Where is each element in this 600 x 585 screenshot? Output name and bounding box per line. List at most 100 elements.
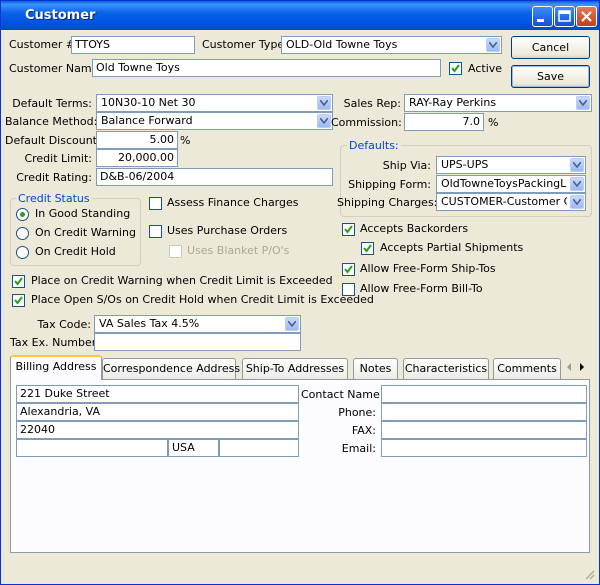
in-good-standing-radio[interactable] (16, 208, 29, 221)
tax-code-value: VA Sales Tax 4.5% (99, 317, 200, 330)
commission-field[interactable]: 7.0 (404, 113, 484, 131)
chevron-right-icon[interactable] (577, 361, 587, 376)
shipping-charges-label: Shipping Charges: (337, 196, 438, 209)
sales-rep-select[interactable]: RAY-Ray Perkins (404, 94, 592, 112)
on-credit-hold-radio[interactable] (16, 246, 29, 259)
tab-characteristics[interactable]: Characteristics (403, 358, 489, 379)
tab-notes[interactable]: Notes (353, 358, 398, 379)
credit-warning-label: Place on Credit Warning when Credit Limi… (31, 274, 333, 287)
credit-rating-field[interactable]: D&B-06/2004 (96, 168, 333, 186)
billing-address-panel: 221 Duke Street Alexandria, VA 22040 USA… (10, 379, 590, 553)
tax-code-select[interactable]: VA Sales Tax 4.5% (94, 315, 301, 333)
shipping-charges-value: CUSTOMER-Customer Charge (441, 195, 567, 208)
customer-type-label: Customer Type: (202, 38, 288, 51)
assess-finance-charges-checkbox[interactable] (149, 197, 162, 210)
customer-type-select[interactable]: OLD-Old Towne Toys (281, 36, 502, 54)
credit-warning-checkbox[interactable] (12, 275, 25, 288)
resize-grip-icon[interactable] (583, 568, 595, 583)
credit-status-title: Credit Status (16, 192, 92, 205)
chevron-down-icon (570, 195, 584, 209)
radio-dot-icon (20, 212, 25, 217)
chevron-down-icon (576, 96, 590, 110)
defaults-group-title: Defaults: (347, 139, 401, 152)
active-label: Active (468, 62, 503, 75)
city-field[interactable] (16, 439, 168, 457)
sales-rep-label: Sales Rep: (343, 97, 401, 110)
commission-percent: % (488, 116, 499, 129)
customer-name-field[interactable]: Old Towne Toys (92, 59, 441, 77)
accepts-partial-shipments-checkbox[interactable] (361, 242, 374, 255)
shipping-form-select[interactable]: OldTowneToysPackingList (436, 175, 586, 193)
country-field[interactable]: USA (168, 439, 219, 457)
tab-correspondence-address[interactable]: Correspondence Address (102, 358, 240, 379)
credit-rating-label: Credit Rating: (16, 171, 92, 184)
contact-name-label: Contact Name: (301, 388, 384, 401)
tab-comments[interactable]: Comments (493, 358, 561, 379)
default-terms-select[interactable]: 10N30-10 Net 30 (96, 94, 333, 112)
address-line1-field[interactable]: 221 Duke Street (16, 385, 299, 403)
credit-hold-checkbox[interactable] (12, 294, 25, 307)
email-label: Email: (341, 442, 376, 455)
customer-no-label: Customer #: (9, 38, 79, 51)
allow-freeform-shipto-checkbox[interactable] (342, 263, 355, 276)
fax-label: FAX: (351, 424, 376, 437)
customer-window: Customer Customer #: TTOYS Customer Type… (0, 0, 600, 585)
ship-via-value: UPS-UPS (441, 158, 489, 171)
uses-blanket-pos-label: Uses Blanket P/O's (187, 244, 290, 257)
allow-freeform-billto-label: Allow Free-Form Bill-To (360, 282, 483, 295)
contact-name-field[interactable] (381, 385, 587, 403)
credit-hold-label: Place Open S/Os on Credit Hold when Cred… (31, 293, 374, 306)
on-credit-warning-radio[interactable] (16, 227, 29, 240)
chevron-left-icon[interactable] (564, 361, 574, 376)
address-line3-field[interactable]: 22040 (16, 421, 299, 439)
on-credit-hold-label: On Credit Hold (35, 245, 116, 258)
accepts-backorders-checkbox[interactable] (342, 223, 355, 236)
ship-via-select[interactable]: UPS-UPS (436, 156, 586, 174)
checkmark-icon (14, 277, 23, 286)
uses-blanket-pos-checkbox[interactable] (169, 245, 182, 258)
default-discount-field[interactable]: 5.00 (96, 131, 178, 149)
phone-label: Phone: (338, 406, 376, 419)
assess-finance-charges-label: Assess Finance Charges (167, 196, 299, 209)
accepts-partial-shipments-label: Accepts Partial Shipments (380, 241, 524, 254)
chevron-down-icon (285, 317, 299, 331)
phone-field[interactable] (381, 403, 587, 421)
tab-scroll-arrows (561, 358, 591, 376)
chevron-down-icon (570, 177, 584, 191)
minimize-icon[interactable] (532, 6, 553, 27)
maximize-icon[interactable] (554, 6, 575, 27)
ship-via-label: Ship Via: (382, 159, 431, 172)
uses-purchase-orders-checkbox[interactable] (149, 225, 162, 238)
tab-ship-to-addresses[interactable]: Ship-To Addresses (242, 358, 348, 379)
close-icon[interactable] (576, 6, 597, 27)
credit-limit-field[interactable]: 20,000.00 (96, 149, 178, 167)
cancel-button[interactable]: Cancel (511, 36, 590, 59)
window-title: Customer (25, 8, 96, 23)
active-checkbox[interactable] (449, 62, 462, 75)
chevron-down-icon (317, 96, 331, 110)
balance-method-select[interactable]: Balance Forward (96, 112, 333, 130)
customer-name-label: Customer Name: (9, 62, 103, 75)
save-button[interactable]: Save (511, 65, 590, 88)
default-discount-label: Default Discount: (5, 134, 101, 147)
shipping-form-value: OldTowneToysPackingList (441, 177, 567, 190)
tab-billing-address[interactable]: Billing Address (10, 355, 102, 380)
sales-rep-value: RAY-Ray Perkins (409, 96, 497, 109)
title-bar: Customer (1, 1, 599, 30)
chevron-down-icon (570, 158, 584, 172)
credit-limit-label: Credit Limit: (24, 152, 92, 165)
customer-type-value: OLD-Old Towne Toys (286, 38, 398, 51)
default-terms-value: 10N30-10 Net 30 (101, 96, 196, 109)
chevron-down-icon (486, 38, 500, 52)
shipping-charges-select[interactable]: CUSTOMER-Customer Charge (436, 193, 586, 211)
checkmark-icon (451, 64, 460, 73)
email-field[interactable] (381, 439, 587, 457)
checkmark-icon (344, 265, 353, 274)
balance-method-label: Balance Method: (5, 115, 98, 128)
fax-field[interactable] (381, 421, 587, 439)
customer-no-field[interactable]: TTOYS (71, 36, 195, 54)
commission-label: Commission: (331, 116, 402, 129)
postal-extra-field[interactable] (219, 439, 299, 457)
tax-ex-field[interactable] (94, 333, 301, 351)
address-line2-field[interactable]: Alexandria, VA (16, 403, 299, 421)
